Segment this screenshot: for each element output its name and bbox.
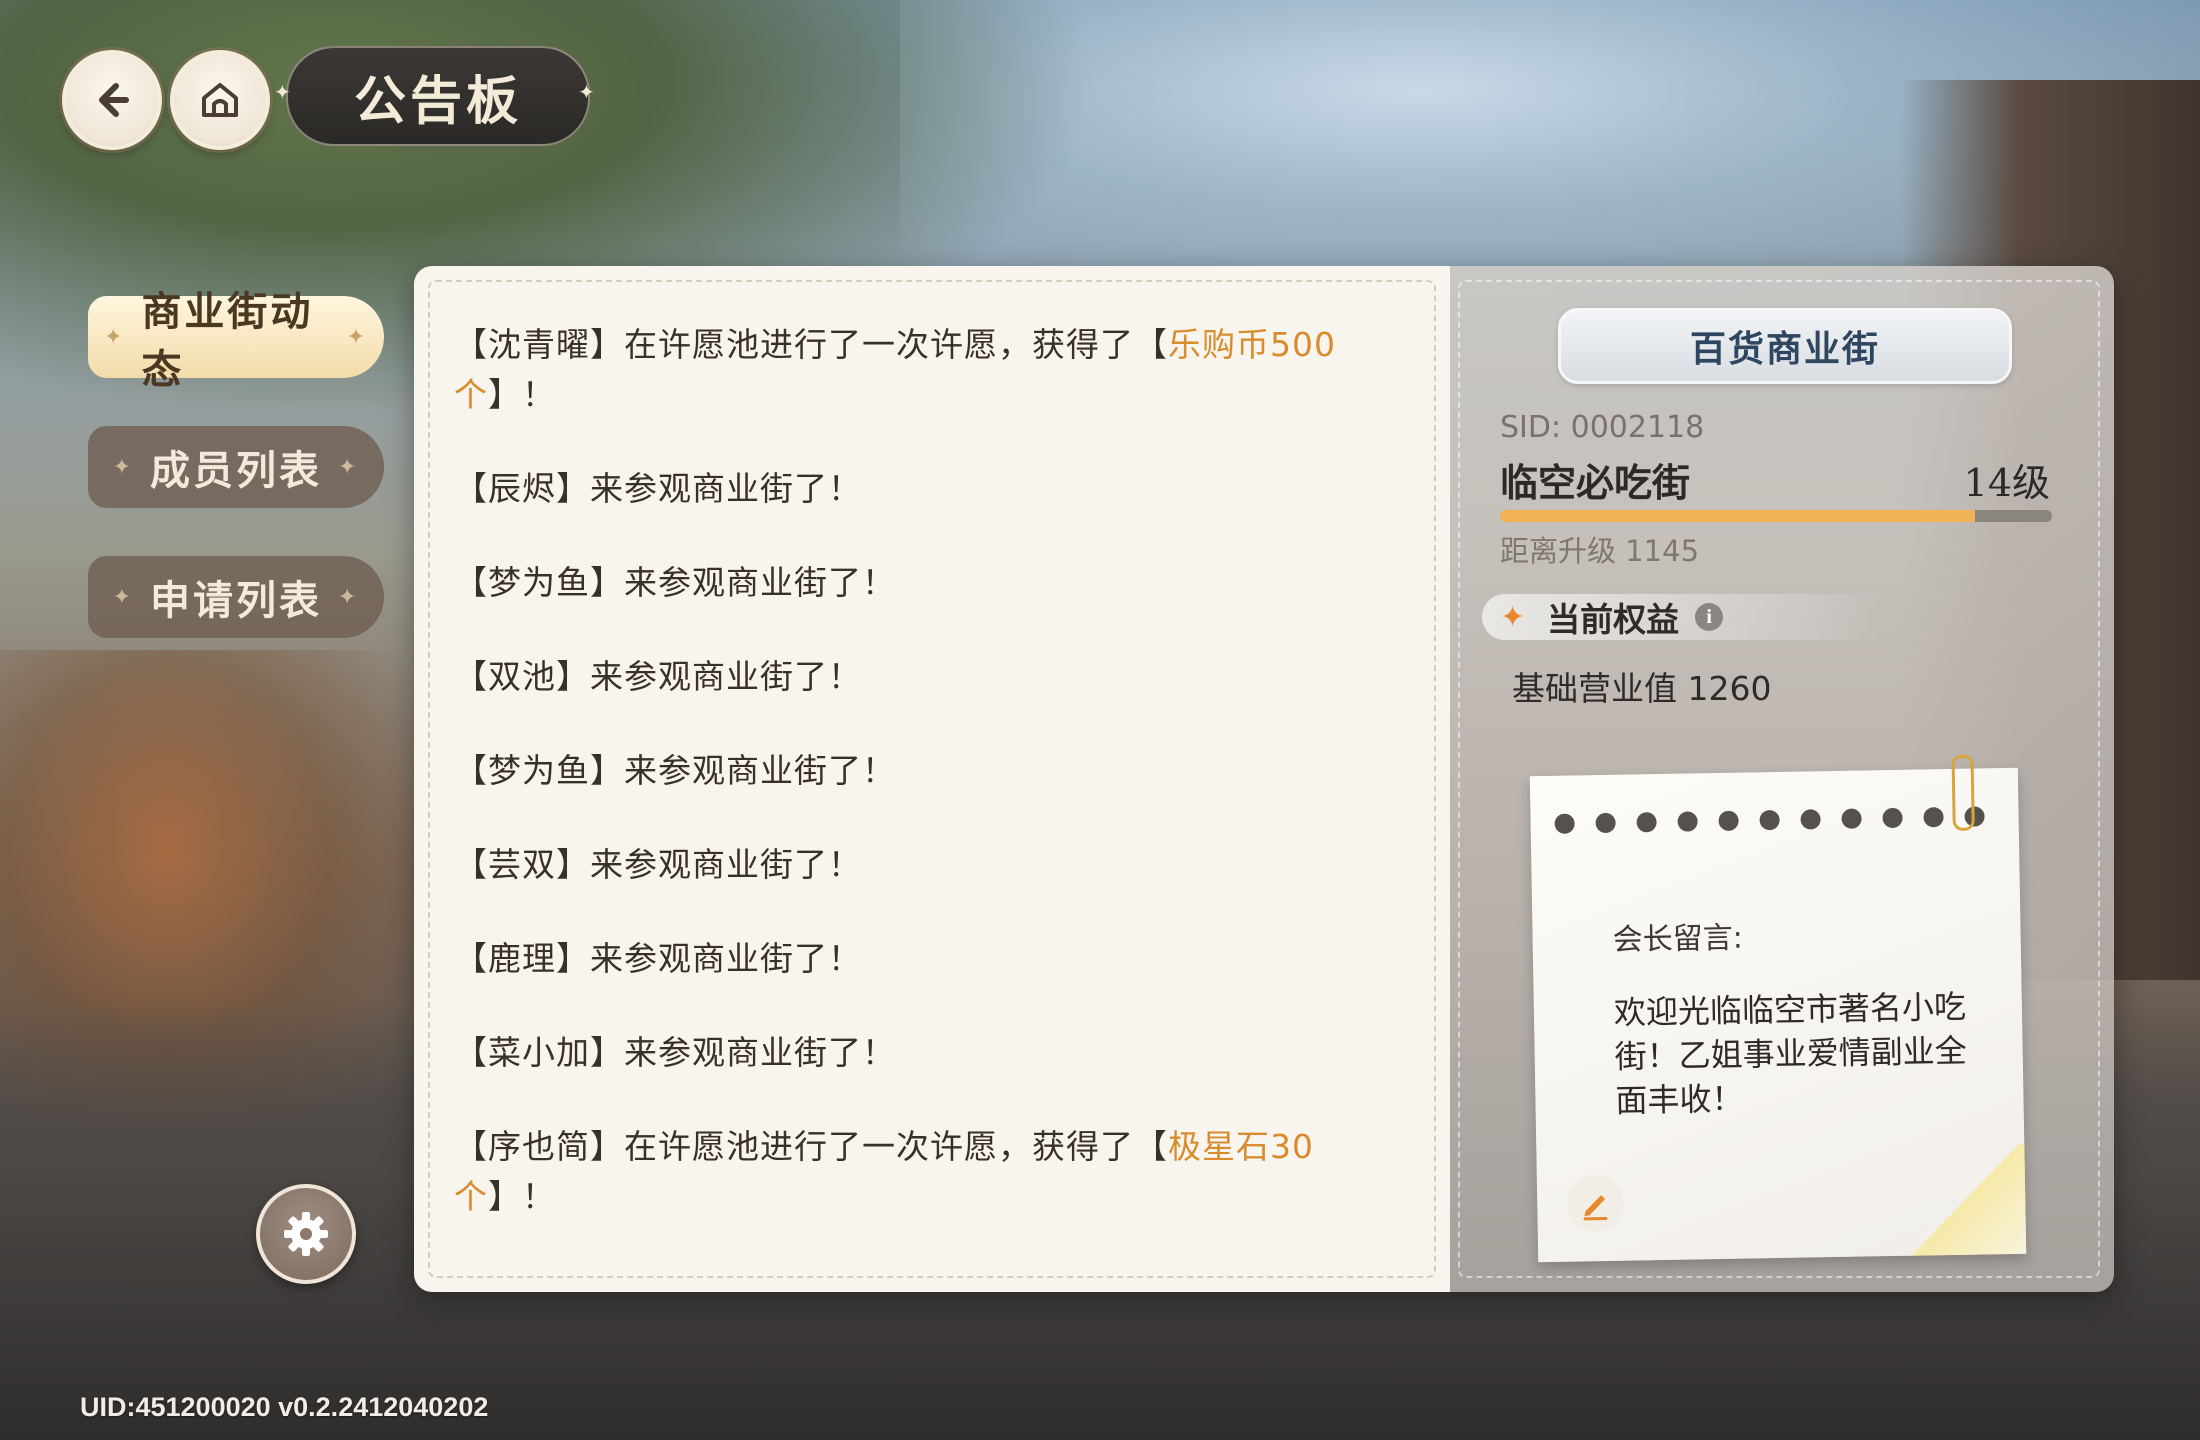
feed-text: 【辰烬】来参观商业街了！ [454,469,862,508]
uid-version: UID:451200020 v0.2.2412040202 [80,1392,489,1422]
star-icon: ✦ [112,584,134,610]
upgrade-remaining: 距离升级 1145 [1500,534,1700,568]
feed-text: 【芸双】来参观商业街了！ [454,845,862,884]
paperclip-icon [1951,754,1975,831]
star-icon: ✦ [1500,599,1526,635]
feed-text: 【菜小加】来参观商业街了！ [454,1033,896,1072]
sparkle-icon: ✦ [274,80,291,104]
level-progress-fill [1500,510,1975,522]
rights-label: 当前权益 [1547,600,1680,639]
feed-text-end: 】！ [488,375,556,414]
feed-item: 【序也简】在许愿池进行了一次许愿，获得了【极星石30个】！ [454,1122,1354,1222]
home-button[interactable] [170,50,270,150]
feed-item: 【沈青曜】在许愿池进行了一次许愿，获得了【乐购币500个】！ [454,320,1354,420]
note-holes [1554,806,1985,834]
edit-note-button[interactable] [1566,1174,1624,1232]
feed-list[interactable]: 600个】！【沈青曜】在许愿池进行了一次许愿，获得了【乐购币500个】！【辰烬】… [454,266,1354,1276]
star-icon: ✦ [104,324,126,350]
note-curl [1904,1143,2027,1256]
feed-text: 【鹿理】来参观商业街了！ [454,939,862,978]
note-title: 会长留言: [1612,920,1744,958]
settings-button[interactable] [256,1184,356,1284]
feed-item: 【辰烬】来参观商业街了！ [454,464,1354,514]
feed-text-end: 】！ [554,266,622,270]
feed-item: 600个】！ [454,266,1354,276]
star-icon: ✦ [338,454,360,480]
leader-note: 会长留言: 欢迎光临临空市著名小吃街！乙姐事业爱情副业全面丰收！ [1529,754,2027,1263]
note-message: 欢迎光临临空市著名小吃街！乙姐事业爱情副业全面丰收！ [1613,987,1967,1120]
feed-item: 【菜小加】来参观商业街了！ [454,1028,1354,1078]
feed-item: 【梦为鱼】来参观商业街了！ [454,558,1354,608]
back-button[interactable] [62,50,162,150]
street-level: 14级 [1963,461,2050,505]
feed-text-end: 】！ [488,1177,556,1216]
feed-text: 【序也简】在许愿池进行了一次许愿，获得了【 [454,1127,1168,1166]
feed-text: 【梦为鱼】来参观商业街了！ [454,751,896,790]
tab-label: 申请列表 [150,578,322,624]
background-sky [900,0,2200,300]
feed-item: 【梦为鱼】来参观商业街了！ [454,746,1354,796]
sparkle-icon: ✦ [578,80,595,104]
base-business-value: 基础营业值 1260 [1512,669,1772,708]
tab-application-list[interactable]: ✦ 申请列表 ✦ [88,556,384,638]
street-type-badge: 百货商业街 [1558,308,2012,384]
street-name: 临空必吃街 [1500,460,1691,505]
star-icon: ✦ [338,584,360,610]
page-title: 公告板 [286,46,590,146]
feed-text: 【双池】来参观商业街了！ [454,657,862,696]
street-info: 百货商业街 SID: 0002118 临空必吃街 14级 距离升级 1145 ✦… [1450,266,2114,1292]
star-icon: ✦ [112,454,134,480]
star-icon: ✦ [346,324,368,350]
current-rights: ✦ 当前权益 i [1482,594,1882,640]
feed-text: 【沈青曜】在许愿池进行了一次许愿，获得了【 [454,325,1168,364]
news-feed[interactable]: 600个】！【沈青曜】在许愿池进行了一次许愿，获得了【乐购币500个】！【辰烬】… [414,266,1450,1292]
feed-item: 【双池】来参观商业街了！ [454,652,1354,702]
tab-label: 商业街动态 [141,289,314,393]
pencil-icon [1583,1195,1608,1221]
home-icon [202,83,238,117]
level-progress-bar [1500,510,2052,522]
feed-text: 【梦为鱼】来参观商业街了！ [454,563,896,602]
feed-item: 【鹿理】来参观商业街了！ [454,934,1354,984]
tab-label: 成员列表 [150,448,322,494]
bulletin-panel: 600个】！【沈青曜】在许愿池进行了一次许愿，获得了【乐购币500个】！【辰烬】… [414,266,2114,1292]
street-sid: SID: 0002118 [1500,410,1705,445]
background-stall [0,650,420,1150]
gear-icon [284,1212,328,1256]
arrow-left-icon [99,83,129,117]
tab-member-list[interactable]: ✦ 成员列表 ✦ [88,426,384,508]
feed-item: 【芸双】来参观商业街了！ [454,840,1354,890]
feed-reward: 600个 [454,266,554,270]
tab-street-news[interactable]: ✦ 商业街动态 ✦ [88,289,384,393]
info-icon[interactable]: i [1695,603,1724,631]
